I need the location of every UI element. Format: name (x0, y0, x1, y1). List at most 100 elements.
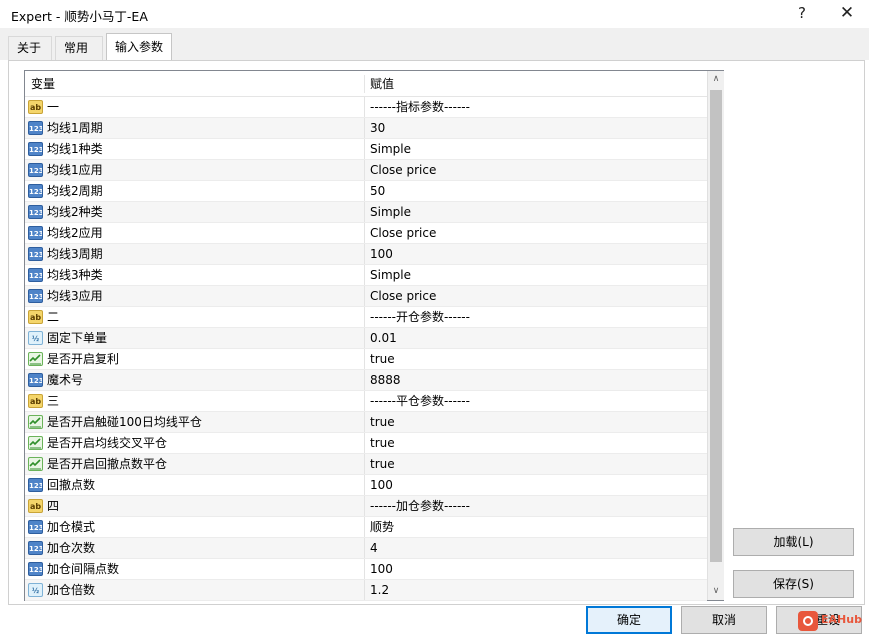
value-cell[interactable]: 100 (364, 559, 707, 579)
table-row[interactable]: ½ 固定下单量 0.01 (25, 328, 707, 349)
integer-type-icon: 123 (28, 373, 43, 387)
table-row[interactable]: ab 三 ------平仓参数------ (25, 391, 707, 412)
save-button[interactable]: 保存(S) (733, 570, 854, 598)
table-row[interactable]: 123 加仓间隔点数 100 (25, 559, 707, 580)
value-cell[interactable]: Simple (364, 265, 707, 285)
variable-cell[interactable]: ab 二 (27, 307, 363, 327)
variable-cell[interactable]: 是否开启回撤点数平仓 (27, 454, 363, 474)
table-row[interactable]: ab 一 ------指标参数------ (25, 97, 707, 118)
watermark-icon (798, 611, 818, 631)
value-cell[interactable]: true (364, 433, 707, 453)
value-cell[interactable]: 30 (364, 118, 707, 138)
variable-cell[interactable]: 123 均线1种类 (27, 139, 363, 159)
variable-cell[interactable]: 123 均线2周期 (27, 181, 363, 201)
table-row[interactable]: 123 加仓次数 4 (25, 538, 707, 559)
variable-cell[interactable]: 123 均线3应用 (27, 286, 363, 306)
tab-about[interactable]: 关于 (8, 36, 52, 60)
variable-cell[interactable]: 123 魔术号 (27, 370, 363, 390)
double-type-icon: ½ (28, 583, 43, 597)
variable-cell[interactable]: ½ 固定下单量 (27, 328, 363, 348)
variable-cell[interactable]: 是否开启复利 (27, 349, 363, 369)
variable-cell[interactable]: ab 四 (27, 496, 363, 516)
variable-cell[interactable]: ab 三 (27, 391, 363, 411)
vertical-scrollbar[interactable]: ∧ ∨ (707, 71, 724, 600)
value-cell[interactable]: 0.01 (364, 328, 707, 348)
boolean-type-icon (28, 415, 43, 429)
table-row[interactable]: ab 二 ------开仓参数------ (25, 307, 707, 328)
variable-cell[interactable]: 是否开启均线交叉平仓 (27, 433, 363, 453)
table-row[interactable]: 123 魔术号 8888 (25, 370, 707, 391)
tab-common[interactable]: 常用 (55, 36, 103, 60)
scroll-up-icon[interactable]: ∧ (708, 71, 724, 88)
ok-button[interactable]: 确定 (586, 606, 672, 634)
value-cell[interactable]: 100 (364, 475, 707, 495)
variable-cell[interactable]: 123 均线3种类 (27, 265, 363, 285)
variable-cell[interactable]: 是否开启触碰100日均线平仓 (27, 412, 363, 432)
variable-cell[interactable]: 123 回撤点数 (27, 475, 363, 495)
table-row[interactable]: 123 均线2周期 50 (25, 181, 707, 202)
table-row[interactable]: 123 均线2种类 Simple (25, 202, 707, 223)
close-button[interactable]: ✕ (825, 0, 869, 28)
scroll-down-icon[interactable]: ∨ (708, 583, 724, 600)
value-cell[interactable]: Simple (364, 139, 707, 159)
integer-type-icon: 123 (28, 121, 43, 135)
table-row[interactable]: 123 均线3周期 100 (25, 244, 707, 265)
tab-inputs[interactable]: 输入参数 (106, 33, 172, 60)
variable-cell[interactable]: 123 均线2应用 (27, 223, 363, 243)
tab-strip: 关于 常用 输入参数 (0, 28, 869, 60)
table-row[interactable]: 是否开启复利 true (25, 349, 707, 370)
table-row[interactable]: 是否开启回撤点数平仓 true (25, 454, 707, 475)
value-cell[interactable]: ------开仓参数------ (364, 307, 707, 327)
help-button[interactable]: ? (780, 0, 824, 28)
column-header-variable[interactable]: 变量 (31, 71, 361, 97)
load-button[interactable]: 加载(L) (733, 528, 854, 556)
value-cell[interactable]: Close price (364, 160, 707, 180)
value-cell[interactable]: ------平仓参数------ (364, 391, 707, 411)
table-row[interactable]: ab 四 ------加仓参数------ (25, 496, 707, 517)
table-row[interactable]: 123 均线2应用 Close price (25, 223, 707, 244)
value-cell[interactable]: ------加仓参数------ (364, 496, 707, 516)
variable-name: 三 (47, 394, 60, 408)
value-cell[interactable]: true (364, 412, 707, 432)
value-cell[interactable]: Simple (364, 202, 707, 222)
table-row[interactable]: 123 均线3应用 Close price (25, 286, 707, 307)
variable-name: 是否开启复利 (47, 352, 120, 366)
variable-cell[interactable]: 123 均线1周期 (27, 118, 363, 138)
string-type-icon: ab (28, 394, 43, 408)
variable-cell[interactable]: 123 加仓次数 (27, 538, 363, 558)
value-cell[interactable]: 50 (364, 181, 707, 201)
string-type-icon: ab (28, 100, 43, 114)
value-cell[interactable]: 100 (364, 244, 707, 264)
value-cell[interactable]: true (364, 349, 707, 369)
variable-name: 均线2种类 (47, 205, 103, 219)
table-row[interactable]: 123 均线1应用 Close price (25, 160, 707, 181)
table-row[interactable]: 123 均线3种类 Simple (25, 265, 707, 286)
value-cell[interactable]: true (364, 454, 707, 474)
table-row[interactable]: 123 均线1种类 Simple (25, 139, 707, 160)
table-row[interactable]: 123 加仓模式 顺势 (25, 517, 707, 538)
variable-cell[interactable]: 123 均线3周期 (27, 244, 363, 264)
variable-cell[interactable]: 123 加仓间隔点数 (27, 559, 363, 579)
table-row[interactable]: 123 均线1周期 30 (25, 118, 707, 139)
variable-name: 加仓次数 (47, 541, 96, 555)
grid-header: 变量 赋值 (25, 71, 707, 97)
value-cell[interactable]: ------指标参数------ (364, 97, 707, 117)
scroll-thumb[interactable] (710, 90, 722, 562)
table-row[interactable]: 123 回撤点数 100 (25, 475, 707, 496)
variable-cell[interactable]: ½ 加仓倍数 (27, 580, 363, 600)
variable-cell[interactable]: ab 一 (27, 97, 363, 117)
table-row[interactable]: 是否开启均线交叉平仓 true (25, 433, 707, 454)
value-cell[interactable]: Close price (364, 286, 707, 306)
table-row[interactable]: ½ 加仓倍数 1.2 (25, 580, 707, 601)
value-cell[interactable]: 顺势 (364, 517, 707, 537)
cancel-button[interactable]: 取消 (681, 606, 767, 634)
variable-cell[interactable]: 123 加仓模式 (27, 517, 363, 537)
value-cell[interactable]: 8888 (364, 370, 707, 390)
table-row[interactable]: 是否开启触碰100日均线平仓 true (25, 412, 707, 433)
variable-cell[interactable]: 123 均线1应用 (27, 160, 363, 180)
column-header-value[interactable]: 赋值 (370, 71, 700, 97)
value-cell[interactable]: Close price (364, 223, 707, 243)
value-cell[interactable]: 1.2 (364, 580, 707, 600)
value-cell[interactable]: 4 (364, 538, 707, 558)
variable-cell[interactable]: 123 均线2种类 (27, 202, 363, 222)
